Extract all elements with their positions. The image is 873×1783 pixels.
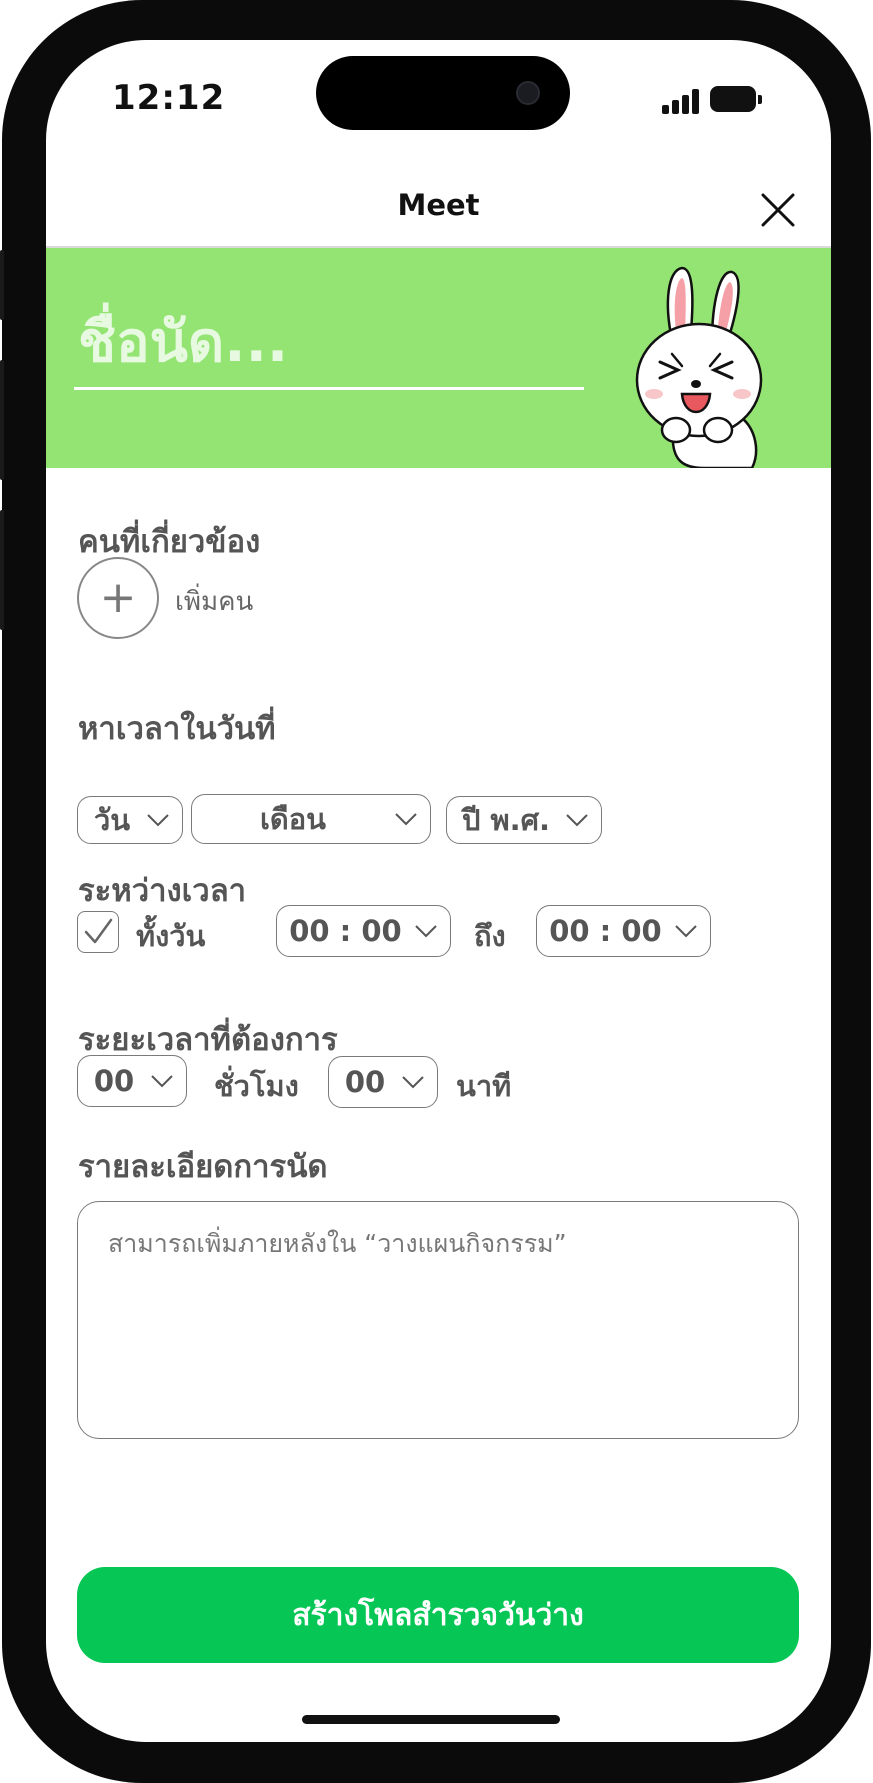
side-button [0, 250, 4, 320]
month-select[interactable]: เดือน [191, 794, 431, 844]
plus-icon: + [99, 572, 137, 623]
battery-icon [710, 86, 756, 112]
all-day-checkbox[interactable] [77, 911, 119, 953]
details-textarea[interactable] [77, 1201, 799, 1439]
cony-mascot-icon [635, 266, 763, 468]
minutes-select[interactable]: 00 [328, 1056, 438, 1108]
add-person-button[interactable]: + [77, 557, 159, 639]
add-person-label[interactable]: เพิ่มคน [175, 581, 253, 622]
chevron-down-icon [402, 1076, 424, 1089]
year-select-value: ปี พ.ศ. [461, 803, 551, 837]
date-label: หาเวลาในวันที่ [78, 711, 276, 747]
hours-label: ชั่วโมง [214, 1069, 299, 1103]
checkmark-icon [84, 918, 113, 944]
to-label: ถึง [474, 919, 506, 953]
time-range-label: ระหว่างเวลา [78, 873, 247, 909]
chevron-down-icon [151, 1075, 173, 1088]
end-time-select[interactable]: 00 : 00 [536, 905, 711, 957]
minutes-value: 00 [344, 1065, 386, 1099]
close-button[interactable] [758, 190, 798, 230]
chevron-down-icon [566, 814, 588, 827]
side-button [0, 360, 4, 480]
minutes-label: นาที [456, 1069, 512, 1103]
chevron-down-icon [415, 925, 437, 938]
chevron-down-icon [675, 925, 697, 938]
end-time-value: 00 : 00 [549, 914, 662, 948]
side-button [0, 510, 4, 630]
meet-name-input[interactable] [74, 298, 584, 390]
title-banner [46, 248, 831, 468]
hours-value: 00 [93, 1064, 135, 1098]
dynamic-island [316, 56, 570, 130]
start-time-value: 00 : 00 [289, 914, 402, 948]
battery-nub [758, 95, 762, 104]
chevron-down-icon [147, 814, 169, 827]
all-day-label[interactable]: ทั้งวัน [136, 913, 205, 959]
signal-icon [662, 88, 700, 114]
close-icon [761, 193, 795, 227]
month-select-value: เดือน [260, 802, 326, 836]
status-time: 12:12 [112, 78, 226, 118]
home-indicator[interactable] [302, 1715, 560, 1724]
chevron-down-icon [395, 813, 417, 826]
details-label: รายละเอียดการนัด [78, 1149, 328, 1185]
year-select[interactable]: ปี พ.ศ. [446, 796, 602, 844]
day-select[interactable]: วัน [77, 796, 183, 844]
phone-frame: 12:12 Meet ชื่อนัด... คนที่เกี่ยวข้อง + … [0, 0, 871, 1783]
start-time-select[interactable]: 00 : 00 [276, 905, 451, 957]
camera-icon [516, 81, 540, 105]
create-poll-button[interactable]: สร้างโพลสำรวจวันว่าง [77, 1567, 799, 1663]
screen: 12:12 Meet ชื่อนัด... คนที่เกี่ยวข้อง + … [46, 40, 831, 1742]
day-select-value: วัน [93, 803, 131, 837]
page-title: Meet [397, 188, 480, 222]
hours-select[interactable]: 00 [77, 1055, 187, 1107]
